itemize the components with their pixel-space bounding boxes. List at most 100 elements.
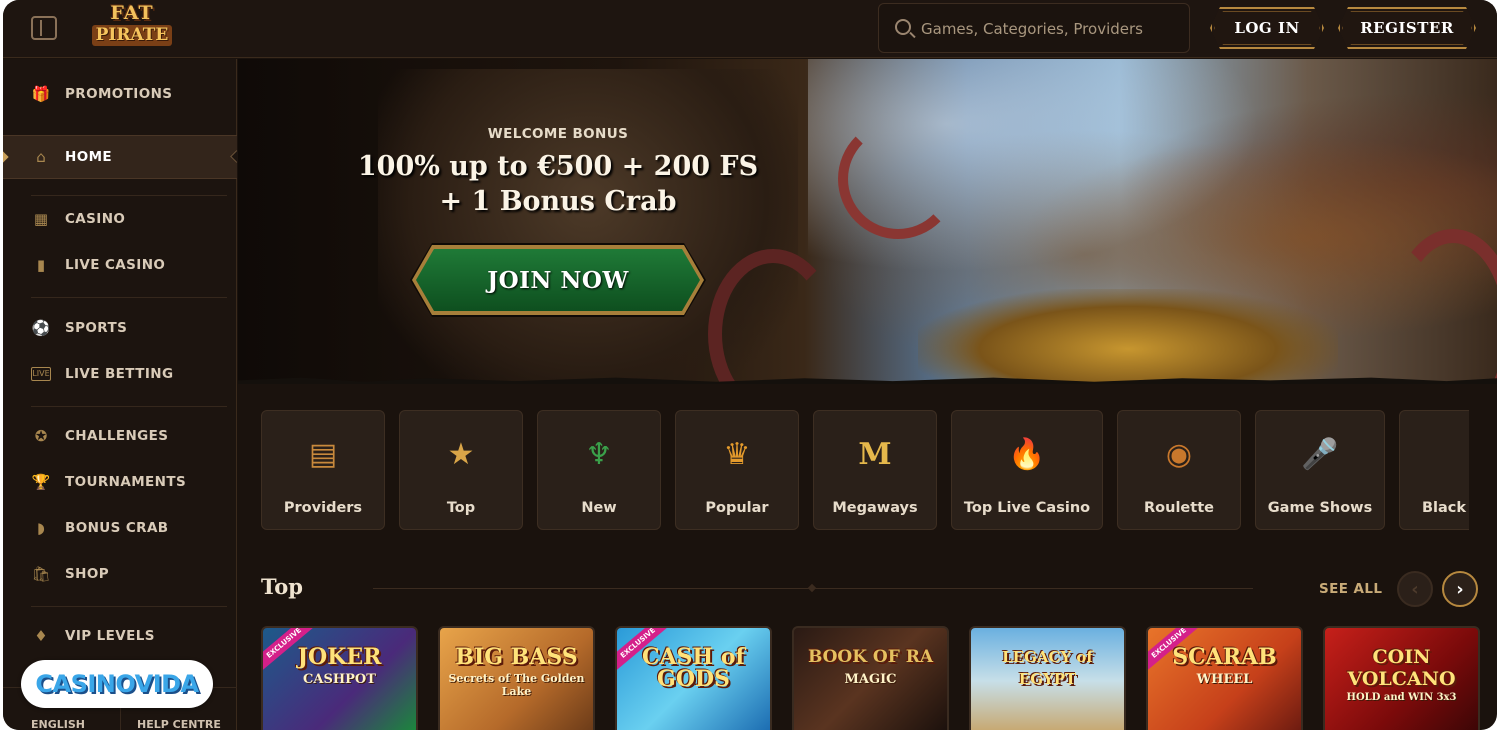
sidebar-item-label: CASINO [65,211,126,227]
category-label: Top Live Casino [963,500,1091,516]
search-icon [895,19,911,35]
search-input[interactable] [921,16,1176,42]
sidebar-item-label: BONUS CRAB [65,520,169,536]
sidebar-toggle-icon[interactable] [31,16,57,40]
game-card[interactable]: EXCLUSIVE SCARAB WHEEL [1146,626,1303,730]
category-megaways[interactable]: M Megaways [813,410,937,530]
sidebar-item-vip-levels[interactable]: ♦ VIP LEVELS [3,614,237,658]
game-title: JOKER [297,644,382,670]
casinovida-watermark: CASINOVIDA [21,660,213,708]
sidebar-item-label: LIVE BETTING [65,366,174,382]
sidebar-item-label: PROMOTIONS [65,86,173,102]
game-card[interactable]: COIN VOLCANO HOLD and WIN 3x3 [1323,626,1480,730]
microphone-icon: 🎤 [1301,437,1339,472]
game-subtitle: MAGIC [844,672,897,687]
sidebar-item-home[interactable]: ⌂ HOME [3,135,237,179]
diamond-icon: ♦ [34,626,48,645]
button-face: JOIN NOW [416,249,700,311]
section-title-top: Top [261,574,303,599]
see-all-link[interactable]: SEE ALL [1319,581,1382,597]
language-selector[interactable]: ENGLISH [31,718,85,730]
trophy-icon: 🏆 [31,472,51,491]
megaways-m-icon: M [858,437,892,472]
game-title: CASH of GODS [641,644,746,692]
app-window: FAT PIRATE LOG IN REGISTER 🎁 PROMOTIONS … [3,0,1497,730]
register-button-label: REGISTER [1360,19,1454,37]
hero-eyebrow: WELCOME BONUS [487,126,629,142]
category-label: Game Shows [1267,500,1373,516]
category-strip: ▤ Providers ★ Top ♆ New ♛ Popular M Mega… [261,410,1469,530]
sidebar-divider [31,195,227,196]
sidebar-item-label: TOURNAMENTS [65,474,187,490]
roulette-wheel-icon: ◉ [1165,437,1193,472]
game-card[interactable]: LEGACY of EGYPT [969,626,1126,730]
sidebar-item-shop[interactable]: 🛍 SHOP [3,552,237,596]
category-label: Megaways [832,500,918,516]
chevron-right-icon: › [1456,578,1464,600]
sidebar-item-bonus-crab[interactable]: ◗ BONUS CRAB [3,506,237,550]
sidebar-item-label: SHOP [65,566,109,582]
chalice-icon: ♆ [585,437,613,472]
sidebar-item-promotions[interactable]: 🎁 PROMOTIONS [3,72,237,116]
logo-text-fat: FAT [110,2,154,24]
sidebar-item-tournaments[interactable]: 🏆 TOURNAMENTS [3,460,237,504]
category-roulette[interactable]: ◉ Roulette [1117,410,1241,530]
category-providers[interactable]: ▤ Providers [261,410,385,530]
sidebar-item-challenges[interactable]: ✪ CHALLENGES [3,414,237,458]
login-button[interactable]: LOG IN [1210,7,1324,49]
join-now-button[interactable]: JOIN NOW [410,243,706,317]
sidebar-divider [31,406,227,407]
gift-icon: 🎁 [31,84,51,103]
hero-headline-line1: 100% up to €500 + 200 FS [357,151,759,182]
carousel-next-button[interactable]: › [1442,571,1478,607]
category-label: Popular [705,500,769,516]
category-label: Top [446,500,476,516]
sidebar-item-label: VIP LEVELS [65,628,155,644]
sidebar-item-casino[interactable]: ▦ CASINO [3,197,237,241]
category-new[interactable]: ♆ New [537,410,661,530]
game-title: BOOK OF RA [807,647,934,667]
help-centre-link[interactable]: HELP CENTRE [137,718,221,730]
category-blackjack[interactable]: ▮ Black [1399,410,1469,530]
cards-icon: ▮ [36,255,46,274]
carousel-prev-button[interactable]: ‹ [1397,571,1433,607]
torch-icon: 🔥 [1008,437,1046,472]
game-card[interactable]: BIG BASS Secrets of The Golden Lake [438,626,595,730]
chevron-left-icon: ‹ [1411,578,1419,600]
tentacle-art [838,119,958,239]
category-label: New [581,500,617,516]
slot-machine-icon: ▦ [33,209,49,228]
category-label: Black [1422,500,1467,516]
category-label: Providers [283,500,363,516]
sidebar-item-sports[interactable]: ⚽ SPORTS [3,306,237,350]
shopping-bag-icon: 🛍 [31,564,51,583]
cards-icon: ▮ [1459,433,1469,477]
category-game-shows[interactable]: 🎤 Game Shows [1255,410,1385,530]
search-box[interactable] [878,3,1190,53]
sidebar-divider [31,606,227,607]
category-top[interactable]: ★ Top [399,410,523,530]
game-card[interactable]: EXCLUSIVE JOKER CASHPOT [261,626,418,730]
crystal-crown-icon: ♛ [723,437,751,472]
sidebar-item-live-casino[interactable]: ▮ LIVE CASINO [3,243,237,287]
soccer-ball-icon: ⚽ [31,318,51,337]
category-top-live-casino[interactable]: 🔥 Top Live Casino [951,410,1103,530]
category-popular[interactable]: ♛ Popular [675,410,799,530]
game-card[interactable]: BOOK OF RA MAGIC [792,626,949,730]
game-subtitle: HOLD and WIN 3x3 [1346,692,1457,703]
scroll-map-icon: ▤ [308,437,338,472]
live-badge-icon: LIVE [31,367,51,381]
register-button[interactable]: REGISTER [1338,7,1476,49]
home-icon: ⌂ [36,147,46,166]
site-logo[interactable]: FAT PIRATE [91,4,173,52]
sidebar-item-live-betting[interactable]: LIVE LIVE BETTING [3,352,237,396]
crab-icon: ◗ [37,518,45,537]
medal-icon: ✪ [34,426,48,445]
sidebar-divider [31,297,227,298]
category-label: Roulette [1144,500,1214,516]
game-card[interactable]: EXCLUSIVE CASH of GODS [615,626,772,730]
game-title: BIG BASS [455,644,578,670]
join-now-label: JOIN NOW [487,266,629,294]
watermark-text: CASINOVIDA [35,670,199,698]
top-games-row: EXCLUSIVE JOKER CASHPOT BIG BASS Secrets… [261,626,1497,730]
